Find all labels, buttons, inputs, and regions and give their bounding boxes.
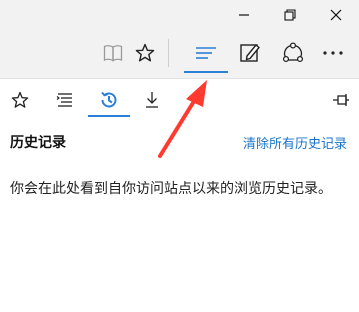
tab-downloads[interactable] [132,82,172,118]
star-icon [11,91,29,108]
empty-history-message: 你会在此处看到自你访问站点以来的浏览历史记录。 [10,181,332,197]
title-bar [0,0,359,30]
tab-history[interactable] [89,82,129,118]
close-icon [330,9,342,21]
restore-button[interactable] [267,0,313,30]
download-icon [146,92,158,108]
more-icon [323,51,343,55]
hub-active-indicator [184,71,228,73]
restore-icon [284,9,296,21]
hub-button[interactable] [186,30,226,76]
minimize-icon [239,14,249,16]
toolbar-separator [168,39,169,67]
hub-lines-icon [196,47,216,59]
close-button[interactable] [313,0,359,30]
clear-all-history-link[interactable]: 清除所有历史记录 [243,133,347,152]
history-icon [101,91,117,108]
add-favorite-button[interactable] [125,30,165,76]
pen-note-icon [240,44,260,62]
pin-icon [333,94,349,106]
tab-favorites[interactable] [0,82,40,118]
web-note-button[interactable] [230,30,270,76]
pin-button[interactable] [321,82,359,118]
share-button[interactable] [273,30,313,76]
hub-tabs [0,78,359,118]
more-button[interactable] [313,30,353,76]
book-icon [103,45,123,62]
tab-reading-list[interactable] [45,82,85,118]
share-icon [282,42,304,63]
reading-list-icon [56,93,72,107]
star-icon [135,43,155,62]
panel-title: 历史记录 [10,135,66,151]
history-tab-indicator [88,115,130,117]
browser-toolbar [0,30,359,78]
minimize-button[interactable] [221,0,267,30]
